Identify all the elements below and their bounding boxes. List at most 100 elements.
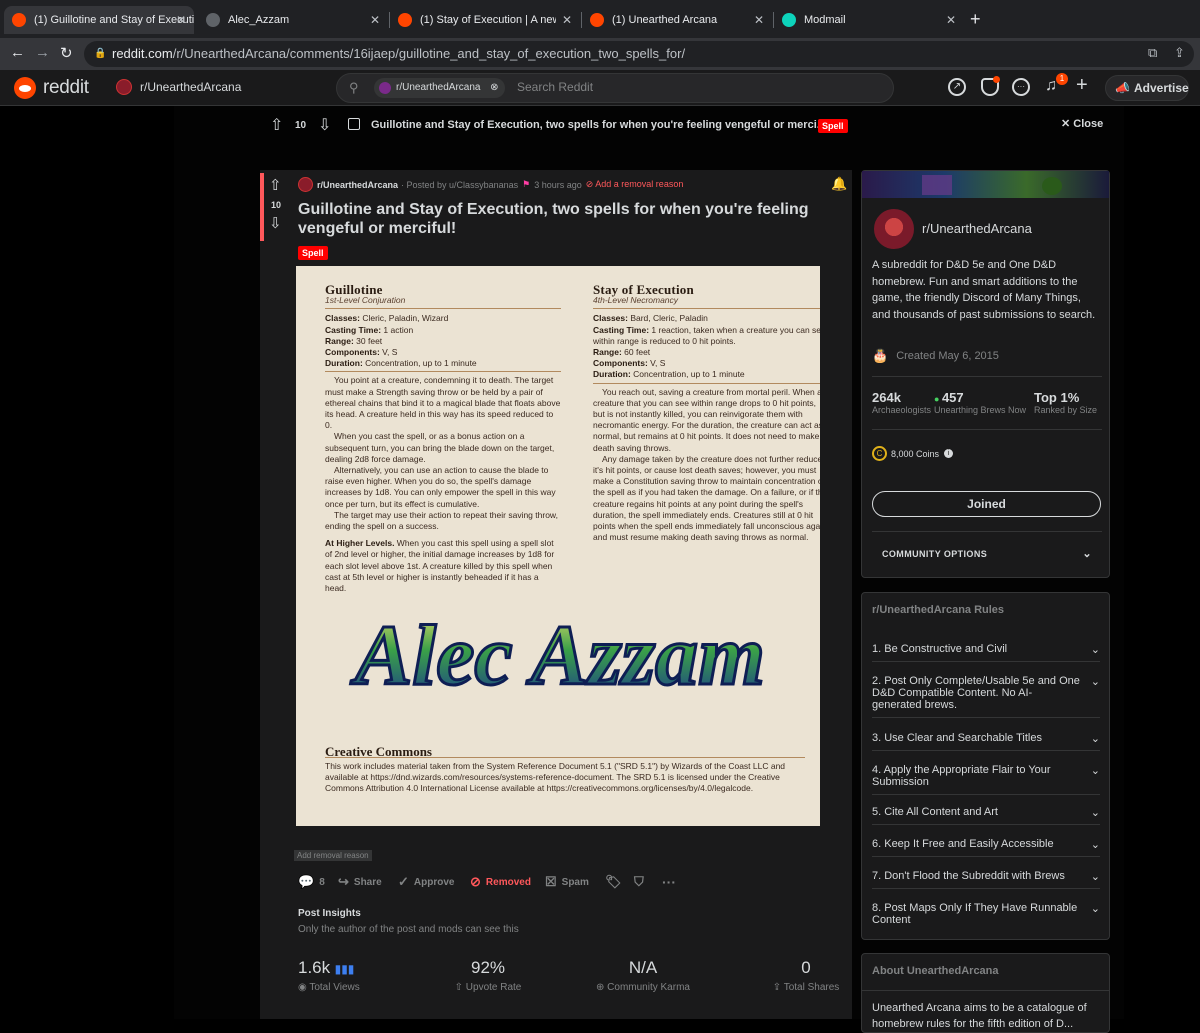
close-tab-icon[interactable]: ✕ [370, 13, 380, 27]
removed-button[interactable]: ⊘ Removed [470, 874, 531, 890]
watermark-text: Alec Azzam [350, 607, 765, 703]
notification-bell-icon[interactable]: 🔔 [831, 176, 847, 192]
create-post-plus-icon[interactable]: + [1076, 74, 1088, 97]
subreddit-selector[interactable]: r/UnearthedArcana [116, 79, 241, 95]
rule-item[interactable]: 1. Be Constructive and Civil ⌄ [872, 643, 1100, 662]
downvote-arrow-icon[interactable]: ⇩ [318, 115, 331, 135]
search-scope-chip[interactable]: r/UnearthedArcana ⊗ [374, 78, 505, 98]
approve-button[interactable]: ✓ Approve [398, 874, 454, 890]
image-post-icon [348, 118, 360, 130]
clear-chip-icon[interactable]: ⊗ [490, 78, 498, 98]
spell-paragraph: The target may use their action to repea… [325, 509, 558, 532]
post-author[interactable]: · Posted by u/Classybananas [401, 180, 518, 190]
close-tab-icon[interactable]: ✕ [562, 13, 572, 27]
post-flair[interactable]: Spell [298, 246, 328, 260]
banner-art [922, 175, 952, 195]
post-title: Guillotine and Stay of Execution, two sp… [298, 201, 809, 237]
notification-count-badge: 1 [1056, 73, 1068, 85]
spell-field-value: Concentration, up to 1 minute [630, 369, 745, 380]
postbar-vote-count: 10 [295, 120, 307, 131]
community-name[interactable]: r/UnearthedArcana [922, 221, 1032, 236]
mod-shield-button[interactable]: ⛉ [634, 874, 649, 890]
spell-paragraph: You reach out, saving a creature from mo… [593, 386, 820, 453]
coins-label: 8,000 Coins [891, 448, 940, 459]
url-field[interactable]: 🔒 reddit.com/r/UnearthedArcana/comments/… [84, 41, 1194, 67]
tab-unearthed-arcana[interactable]: (1) Unearthed Arcana ✕ [582, 6, 772, 34]
reload-icon[interactable]: ↻ [60, 44, 73, 62]
rule-item[interactable]: 2. Post Only Complete/Usable 5e and One … [872, 675, 1100, 718]
spell-field-key: Classes: [325, 313, 360, 324]
community-options-toggle[interactable]: COMMUNITY OPTIONS ⌄ [882, 548, 1092, 560]
search-bar[interactable]: ⚲ r/UnearthedArcana ⊗ Search Reddit [336, 73, 894, 103]
spam-button[interactable]: ☒ Spam [545, 874, 589, 890]
chevron-down-icon: ⌄ [1090, 676, 1100, 688]
share-page-icon[interactable]: ⇪ [1174, 45, 1185, 61]
rule-text: 2. Post Only Complete/Usable 5e and One … [872, 675, 1080, 711]
tab-modmail[interactable]: Modmail ✕ [774, 6, 964, 34]
spell-paragraph: When you cast the spell, or as a bonus a… [325, 431, 555, 464]
forward-arrow-icon[interactable]: → [35, 44, 50, 61]
close-button[interactable]: ✕ Close [1061, 117, 1103, 130]
back-arrow-icon[interactable]: ← [10, 44, 25, 61]
tag-button[interactable]: 🏷 [605, 874, 627, 890]
rule-item[interactable]: 3. Use Clear and Searchable Titles ⌄ [872, 732, 1100, 751]
post-image[interactable]: Guillotine 1st-Level Conjuration Classes… [296, 266, 820, 826]
removal-reason-link[interactable]: ⊘ Add a removal reason [586, 179, 684, 190]
rule-item[interactable]: 7. Don't Flood the Subreddit with Brews ⌄ [872, 870, 1100, 889]
lock-icon: 🔒 [94, 48, 107, 59]
tab-stay-of-execution[interactable]: (1) Stay of Execution | A new necr ✕ [390, 6, 580, 34]
chat-icon[interactable]: ··· [1012, 78, 1030, 96]
add-removal-reason-badge[interactable]: Add removal reason [294, 850, 372, 861]
post-time: 3 hours ago [534, 179, 582, 190]
rule-text: 1. Be Constructive and Civil [872, 643, 1008, 655]
url-path: /r/UnearthedArcana/comments/16ijaep/guil… [172, 46, 686, 61]
close-tab-icon[interactable]: ✕ [176, 13, 186, 27]
rule-item[interactable]: 6. Keep It Free and Easily Accessible ⌄ [872, 838, 1100, 857]
share-button[interactable]: ↪ Share [338, 874, 382, 890]
info-icon[interactable]: i [944, 449, 954, 458]
reddit-logo[interactable]: reddit [14, 77, 89, 99]
divider [872, 531, 1102, 532]
insight-views: 1.6k ▮▮▮ ◉ Total Views [298, 958, 398, 993]
rule-item[interactable]: 8. Post Maps Only If They Have Runnable … [872, 902, 1100, 932]
rule-item[interactable]: 5. Cite All Content and Art ⌄ [872, 806, 1100, 825]
rule-text: 3. Use Clear and Searchable Titles [872, 732, 1042, 744]
upvote-rate-value: 92% [470, 958, 506, 977]
tab-guillotine[interactable]: (1) Guillotine and Stay of Executio ✕ [4, 6, 194, 34]
open-in-app-icon[interactable]: ⧉ [1148, 45, 1157, 61]
downvote-arrow-icon[interactable]: ⇩ [269, 214, 282, 232]
removal-reason-label: Add a removal reason [595, 179, 684, 189]
mod-tools-icon[interactable]: ↗ [948, 78, 966, 96]
new-tab-button[interactable]: + [970, 9, 981, 30]
tag-icon: 🏷 [605, 874, 622, 889]
spell-stay-of-execution: Stay of Execution 4th-Level Necromancy C… [593, 283, 820, 543]
advertise-button[interactable]: 📣 Advertise [1105, 75, 1189, 101]
cc-title: Creative Commons [325, 745, 805, 758]
rank-value: Top 1% [1034, 390, 1080, 405]
upvote-arrow-icon[interactable]: ⇧ [270, 115, 283, 135]
spell-field-key: Components: [325, 347, 380, 358]
tab-alec-azzam[interactable]: Alec_Azzam ✕ [198, 6, 388, 34]
close-tab-icon[interactable]: ✕ [946, 13, 956, 27]
bar-chart-icon[interactable]: ▮▮▮ [335, 962, 355, 976]
address-bar-row: ← → ↻ 🔒 reddit.com/r/UnearthedArcana/com… [0, 38, 1200, 70]
comment-icon: 💬 [298, 874, 315, 889]
online-label: Unearthing Brews Now [934, 405, 1027, 415]
spell-field-value: 60 feet [621, 347, 651, 358]
joined-button[interactable]: Joined [872, 491, 1101, 517]
rank-label: Ranked by Size [1034, 405, 1098, 415]
created-date: 🎂 Created May 6, 2015 [872, 348, 999, 364]
search-input[interactable]: Search Reddit [517, 80, 593, 94]
community-description: A subreddit for D&D 5e and One D&D homeb… [872, 259, 1096, 321]
post-top-bar: ⇧ 10 ⇩ Guillotine and Stay of Execution,… [174, 106, 1124, 146]
post-subreddit-link[interactable]: r/UnearthedArcana [317, 180, 398, 190]
upvote-arrow-icon[interactable]: ⇧ [269, 176, 282, 194]
spell-field-key: Duration: [325, 358, 363, 369]
megaphone-icon: 📣 [1115, 81, 1130, 95]
close-tab-icon[interactable]: ✕ [754, 13, 764, 27]
rule-text: 4. Apply the Appropriate Flair to Your S… [872, 764, 1051, 788]
more-options-button[interactable]: ··· [662, 874, 676, 890]
comments-button[interactable]: 💬 8 [298, 874, 325, 890]
rule-item[interactable]: 4. Apply the Appropriate Flair to Your S… [872, 764, 1100, 795]
spell-field-value: V, S [647, 358, 666, 369]
